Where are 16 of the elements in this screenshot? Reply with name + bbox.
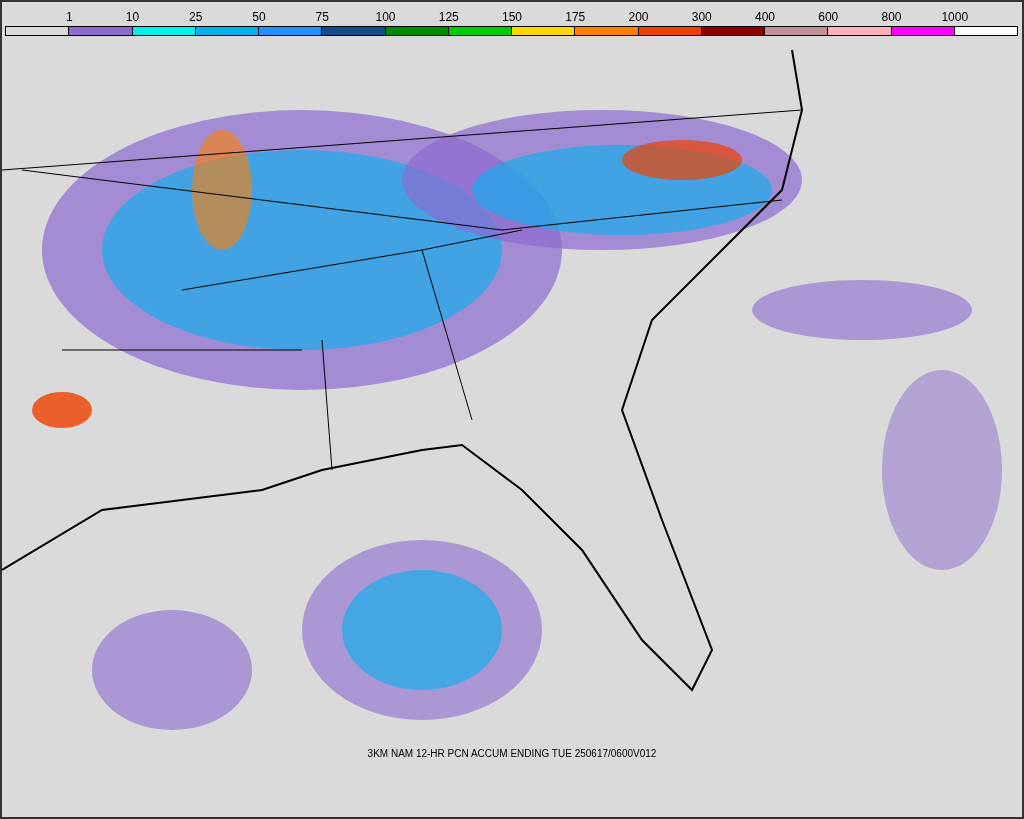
legend-label: 1000 xyxy=(941,10,969,24)
legend-label: 25 xyxy=(189,10,203,24)
legend-label: 150 xyxy=(502,10,522,24)
legend-label: 600 xyxy=(818,10,839,24)
legend-label: 10 xyxy=(125,10,140,24)
legend-label: 1 xyxy=(65,10,73,24)
legend-label: 300 xyxy=(691,10,712,24)
legend-label: 175 xyxy=(565,10,586,24)
legend-label: 100 xyxy=(375,10,396,24)
legend-label: 400 xyxy=(755,10,775,24)
map-caption: 3KM NAM 12-HR PCN ACCUM ENDING TUE 250617/0600V012 xyxy=(367,748,657,759)
legend-label: 800 xyxy=(881,10,902,24)
legend-label: 50 xyxy=(252,10,266,24)
legend-label: 125 xyxy=(438,10,459,24)
legend-label: 75 xyxy=(315,10,329,24)
legend-label: 200 xyxy=(628,10,649,24)
